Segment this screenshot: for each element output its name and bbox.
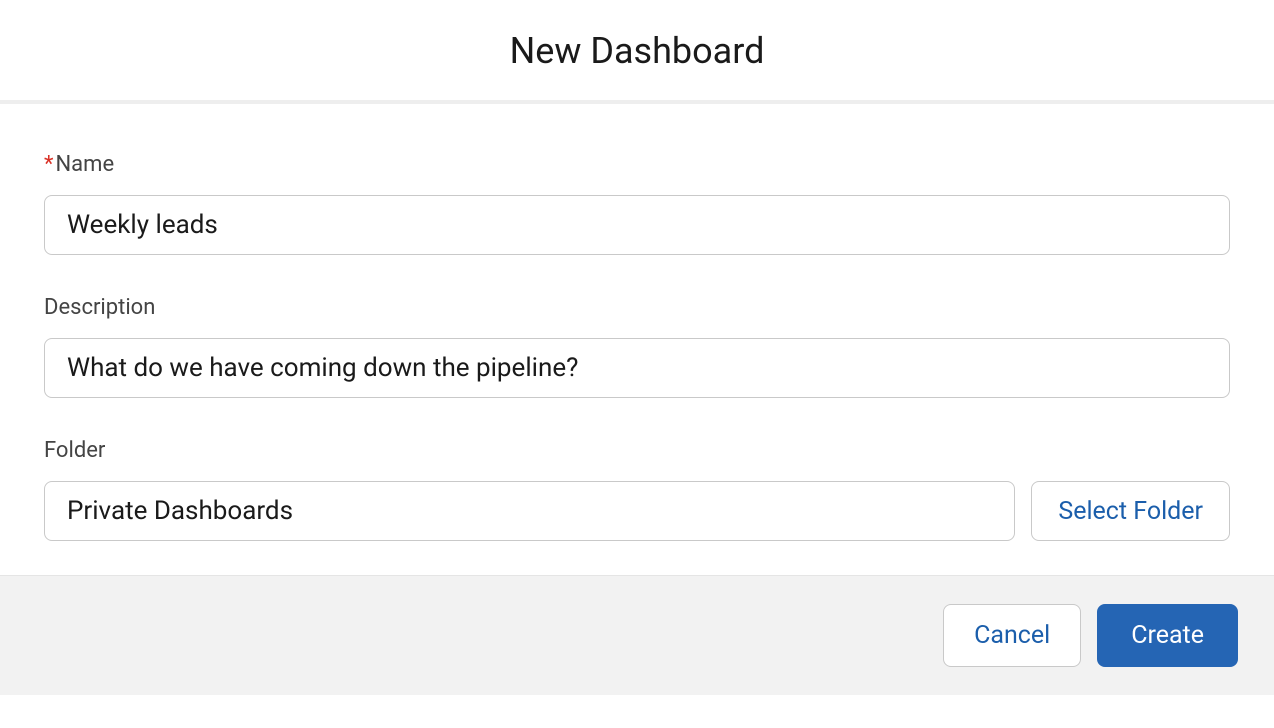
create-button[interactable]: Create: [1097, 604, 1238, 667]
name-field-group: *Name: [44, 152, 1230, 255]
name-label: *Name: [44, 152, 1230, 177]
name-input[interactable]: [44, 195, 1230, 255]
folder-label: Folder: [44, 438, 1230, 463]
description-label: Description: [44, 295, 1230, 320]
description-field-group: Description: [44, 295, 1230, 398]
folder-row: Select Folder: [44, 481, 1230, 541]
folder-input[interactable]: [44, 481, 1015, 541]
folder-field-group: Folder Select Folder: [44, 438, 1230, 541]
required-asterisk: *: [44, 152, 53, 177]
dialog-body: *Name Description Folder Select Folder: [0, 104, 1274, 575]
dialog-header: New Dashboard: [0, 0, 1274, 104]
cancel-button[interactable]: Cancel: [943, 604, 1081, 667]
dialog-title: New Dashboard: [0, 30, 1274, 72]
name-label-text: Name: [55, 152, 114, 177]
description-input[interactable]: [44, 338, 1230, 398]
dialog-footer: Cancel Create: [0, 575, 1274, 695]
select-folder-button[interactable]: Select Folder: [1031, 481, 1230, 541]
